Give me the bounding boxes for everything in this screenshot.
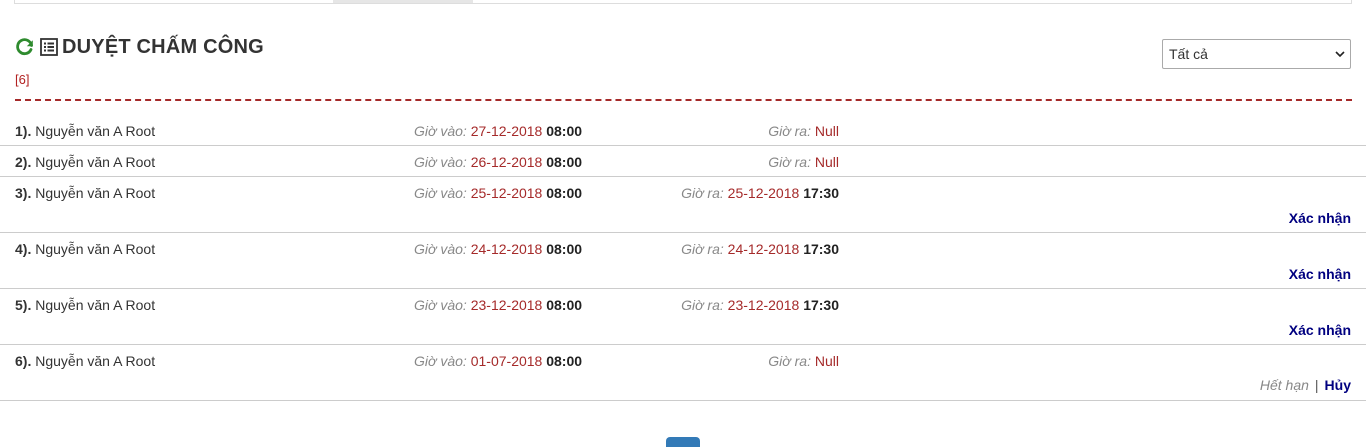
check-in-time: 08:00: [546, 185, 583, 201]
check-out: Giờ ra: Null: [768, 353, 839, 369]
employee: 1). Nguyễn văn A Root: [15, 123, 155, 139]
check-in-label: Giờ vào:: [414, 185, 467, 201]
employee-name: Nguyễn văn A Root: [35, 154, 156, 170]
confirm-button[interactable]: Xác nhận: [1289, 266, 1351, 282]
page-title: DUYỆT CHẤM CÔNG: [62, 35, 264, 58]
employee-name: Nguyễn văn A Root: [35, 353, 156, 369]
record-count: [6]: [15, 72, 30, 87]
check-in-label: Giờ vào:: [414, 353, 467, 369]
check-out-null: Null: [814, 123, 839, 139]
check-in-label: Giờ vào:: [414, 123, 467, 139]
action-separator: |: [1314, 377, 1319, 393]
check-out-time: 17:30: [803, 241, 839, 257]
employee: 6). Nguyễn văn A Root: [15, 353, 155, 369]
row-index: 4).: [15, 241, 32, 257]
employee: 2). Nguyễn văn A Root: [15, 154, 155, 170]
refresh-icon[interactable]: [15, 37, 35, 57]
check-in-date: 26-12-2018: [470, 154, 543, 170]
check-out: Giờ ra: Null: [768, 154, 839, 170]
employee-name: Nguyễn văn A Root: [35, 241, 156, 257]
employee-name: Nguyễn văn A Root: [35, 297, 156, 313]
check-in-time: 08:00: [546, 353, 583, 369]
status-filter-select[interactable]: Tất cả: [1162, 39, 1351, 69]
check-out-label: Giờ ra:: [681, 241, 724, 257]
check-out-null: Null: [814, 353, 839, 369]
check-out: Giờ ra: 25-12-2018 17:30: [681, 185, 839, 201]
row-index: 2).: [15, 154, 32, 170]
check-in-time: 08:00: [546, 241, 583, 257]
divider: [15, 99, 1352, 101]
employee-name: Nguyễn văn A Root: [35, 185, 156, 201]
confirm-button[interactable]: Xác nhận: [1289, 210, 1351, 226]
list-item: 4). Nguyễn văn A Root Giờ vào: 24-12-201…: [0, 233, 1366, 289]
check-out: Giờ ra: 23-12-2018 17:30: [681, 297, 839, 313]
check-in-date: 24-12-2018: [470, 241, 543, 257]
row-index: 3).: [15, 185, 32, 201]
check-in-time: 08:00: [546, 297, 583, 313]
check-out-date: 24-12-2018: [727, 241, 800, 257]
row-actions: Hết hạn | Hủy: [1260, 377, 1351, 393]
check-out-date: 23-12-2018: [727, 297, 800, 313]
check-in-date: 25-12-2018: [470, 185, 543, 201]
expired-label: Hết hạn: [1259, 377, 1309, 393]
check-in-time: 08:00: [546, 154, 583, 170]
list-item: 3). Nguyễn văn A Root Giờ vào: 25-12-201…: [0, 177, 1366, 233]
check-in: Giờ vào: 24-12-2018 08:00: [414, 241, 582, 257]
check-out-label: Giờ ra:: [681, 185, 724, 201]
employee: 5). Nguyễn văn A Root: [15, 297, 155, 313]
list-item: 6). Nguyễn văn A Root Giờ vào: 01-07-201…: [0, 345, 1366, 401]
row-index: 1).: [15, 123, 32, 139]
confirm-button[interactable]: Xác nhận: [1289, 322, 1351, 338]
check-in-label: Giờ vào:: [414, 154, 467, 170]
check-out-label: Giờ ra:: [768, 154, 811, 170]
check-out-label: Giờ ra:: [681, 297, 724, 313]
check-out: Giờ ra: Null: [768, 123, 839, 139]
check-out-time: 17:30: [803, 297, 839, 313]
check-in: Giờ vào: 25-12-2018 08:00: [414, 185, 582, 201]
chevron-down-icon: [1335, 51, 1345, 58]
employee: 4). Nguyễn văn A Root: [15, 241, 155, 257]
list-icon: [40, 38, 58, 56]
check-in: Giờ vào: 27-12-2018 08:00: [414, 123, 582, 139]
check-in-date: 27-12-2018: [470, 123, 543, 139]
check-in-label: Giờ vào:: [414, 241, 467, 257]
status-filter-value: Tất cả: [1169, 46, 1208, 62]
check-in-date: 01-07-2018: [470, 353, 543, 369]
check-in-time: 08:00: [546, 123, 583, 139]
list-item: 2). Nguyễn văn A Root Giờ vào: 26-12-201…: [0, 146, 1366, 177]
check-out-time: 17:30: [803, 185, 839, 201]
tab-active[interactable]: [333, 0, 473, 3]
check-in: Giờ vào: 26-12-2018 08:00: [414, 154, 582, 170]
check-out-null: Null: [814, 154, 839, 170]
check-in-label: Giờ vào:: [414, 297, 467, 313]
row-index: 6).: [15, 353, 32, 369]
list-item: 1). Nguyễn văn A Root Giờ vào: 27-12-201…: [0, 115, 1366, 146]
row-index: 5).: [15, 297, 32, 313]
check-in: Giờ vào: 01-07-2018 08:00: [414, 353, 582, 369]
employee-name: Nguyễn văn A Root: [35, 123, 156, 139]
employee: 3). Nguyễn văn A Root: [15, 185, 155, 201]
check-out-label: Giờ ra:: [768, 353, 811, 369]
attendance-list: 1). Nguyễn văn A Root Giờ vào: 27-12-201…: [0, 115, 1366, 401]
page-header: DUYỆT CHẤM CÔNG: [15, 34, 264, 60]
check-in: Giờ vào: 23-12-2018 08:00: [414, 297, 582, 313]
cancel-button[interactable]: Hủy: [1325, 377, 1351, 393]
list-item: 5). Nguyễn văn A Root Giờ vào: 23-12-201…: [0, 289, 1366, 345]
check-out-date: 25-12-2018: [727, 185, 800, 201]
check-in-date: 23-12-2018: [470, 297, 543, 313]
pagination-button[interactable]: [666, 437, 700, 447]
check-out: Giờ ra: 24-12-2018 17:30: [681, 241, 839, 257]
top-tab-bar: [14, 0, 1352, 4]
check-out-label: Giờ ra:: [768, 123, 811, 139]
